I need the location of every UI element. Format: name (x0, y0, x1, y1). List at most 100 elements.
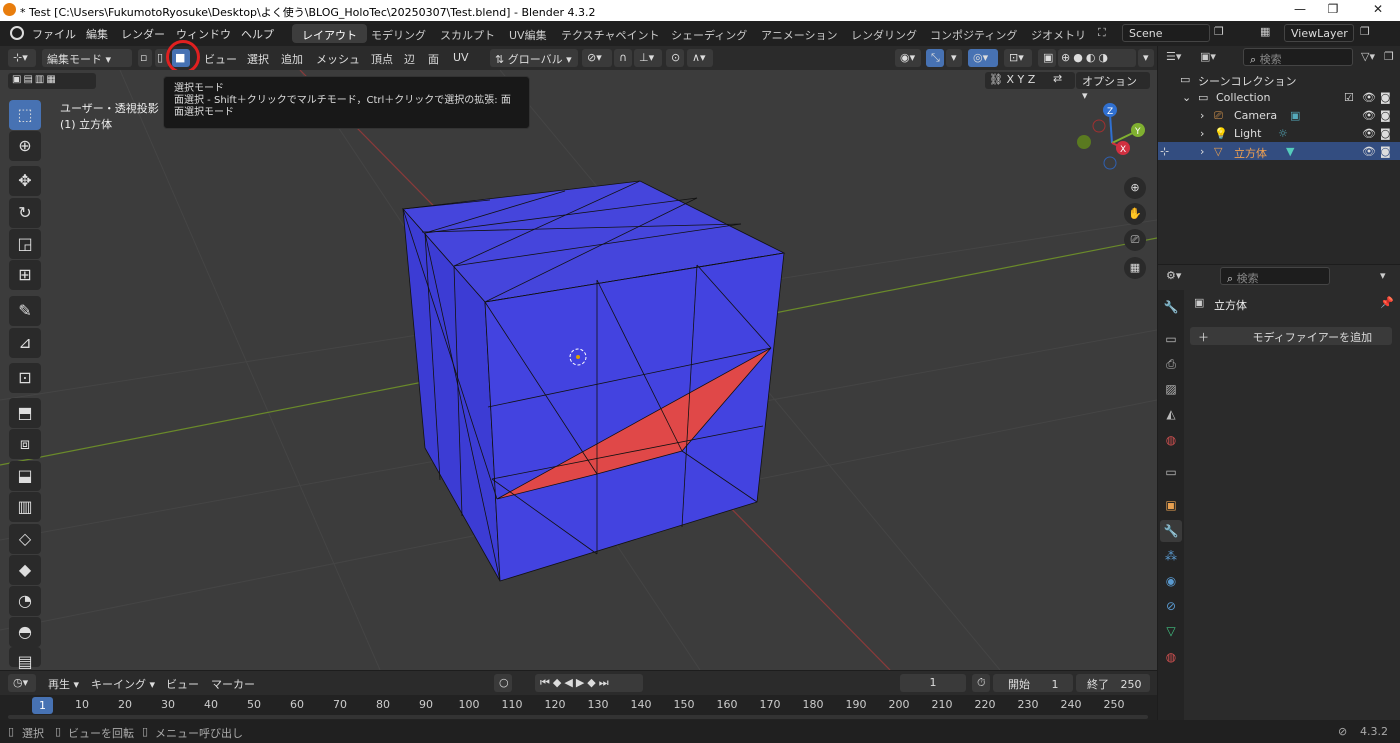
properties-editor-icon[interactable]: ⚙▾ (1166, 269, 1181, 282)
display-mode-icon[interactable]: ▣▾ (1200, 50, 1216, 63)
extrude-tool-icon[interactable]: ⬒ (9, 398, 41, 428)
render-tab-icon[interactable]: ▭ (1160, 328, 1182, 350)
object-tab-icon[interactable]: ▣ (1160, 494, 1182, 516)
collection-tab-icon[interactable]: ▭ (1160, 461, 1182, 483)
xray-icon[interactable]: ▣ (1038, 49, 1056, 67)
render-camera-icon[interactable]: ◙ (1380, 109, 1391, 122)
expand-arrow-icon[interactable]: › (1200, 109, 1204, 122)
blender-menu-icon[interactable] (10, 26, 24, 40)
options-dropdown[interactable]: オプション ▾ (1076, 72, 1150, 102)
add-modifier-button[interactable]: ＋ モディファイアーを追加 (1190, 327, 1392, 345)
viewlayer-icon[interactable]: ▦ (1260, 25, 1270, 38)
outliner-row-collection[interactable]: ⌄ ▭ Collection ☑ 👁 ◙ (1158, 88, 1400, 106)
playback-controls[interactable]: ⏮◆◀▶◆⏭ (535, 674, 643, 692)
eye-icon[interactable]: 👁 (1362, 91, 1376, 104)
cube-front-face[interactable] (484, 252, 785, 582)
zoom-icon[interactable]: ⊕ (1124, 177, 1146, 199)
edit-mode-icon[interactable]: ⊹ (1160, 145, 1169, 158)
close-button[interactable]: ✕ (1358, 2, 1398, 19)
material-tab-icon[interactable]: ◍ (1160, 646, 1182, 668)
gizmo-neg-z[interactable] (1103, 156, 1117, 170)
header-menu-add[interactable]: 追加 (281, 51, 303, 67)
pan-hand-icon[interactable]: ✋ (1124, 203, 1146, 225)
physics-tab-icon[interactable]: ◉ (1160, 570, 1182, 592)
outliner-row-camera[interactable]: › ⎚ Camera ▣ 👁 ◙ (1158, 106, 1400, 124)
header-menu-mesh[interactable]: メッシュ (316, 51, 360, 67)
world-tab-icon[interactable]: ◍ (1160, 429, 1182, 451)
pin-icon[interactable]: 📌 (1380, 296, 1394, 309)
spin-tool-icon[interactable]: ◔ (9, 586, 41, 616)
output-tab-icon[interactable]: ⎙ (1160, 353, 1182, 375)
cursor-tool-icon[interactable]: ⊕ (9, 131, 41, 161)
mirror-z-button[interactable]: Z (1028, 73, 1036, 86)
select-box-tool-icon[interactable]: ⬚ (9, 100, 41, 130)
filter-icon[interactable]: ▽▾ (1361, 50, 1375, 63)
timeline-view-menu[interactable]: ビュー (166, 676, 199, 692)
current-frame-field[interactable]: 1 (900, 674, 966, 692)
timeline-editor-icon[interactable]: ◷▾ (8, 674, 36, 692)
auto-keying-icon[interactable]: ○ (494, 674, 512, 692)
menu-edit[interactable]: 編集 (86, 26, 108, 42)
header-menu-face[interactable]: 面 (428, 51, 439, 67)
timeline-scrollbar[interactable] (8, 715, 1148, 719)
annotate-tool-icon[interactable]: ✎ (9, 296, 41, 326)
loop-cut-tool-icon[interactable]: ▥ (9, 492, 41, 522)
tab-shading[interactable]: シェーディング (661, 24, 757, 43)
header-menu-edge[interactable]: 辺 (404, 51, 415, 67)
new-collection-icon[interactable]: ❐ (1384, 50, 1394, 63)
visibility-icon[interactable]: ◉▾ (895, 49, 921, 67)
tab-geometry[interactable]: ジオメトリ (1021, 24, 1093, 43)
render-camera-icon[interactable]: ◙ (1380, 91, 1391, 104)
perspective-toggle-icon[interactable]: ▦ (1124, 257, 1146, 279)
move-tool-icon[interactable]: ✥ (9, 166, 41, 196)
tab-rendering[interactable]: レンダリング (841, 24, 927, 43)
particles-tab-icon[interactable]: ⁂ (1160, 545, 1182, 567)
inset-tool-icon[interactable]: ⧈ (9, 429, 41, 459)
header-menu-uv[interactable]: UV (453, 51, 469, 64)
scale-tool-icon[interactable]: ◲ (9, 229, 41, 259)
menu-help[interactable]: ヘルプ (241, 26, 274, 42)
shrink-tool-icon[interactable]: ▤ (9, 647, 41, 671)
eye-icon[interactable]: 👁 (1362, 127, 1376, 140)
expand-arrow-icon[interactable]: › (1200, 127, 1204, 140)
scene-icon[interactable]: ⛶ (1098, 26, 1106, 40)
outliner-row-light[interactable]: › 💡 Light ☼ 👁 ◙ (1158, 124, 1400, 142)
header-menu-vertex[interactable]: 頂点 (371, 51, 393, 67)
header-menu-select[interactable]: 選択 (247, 51, 269, 67)
expand-arrow-icon[interactable]: ⌄ (1182, 91, 1191, 104)
playhead[interactable]: 1 (32, 697, 53, 714)
cube-mesh[interactable] (402, 180, 786, 582)
gizmo-neg-y[interactable] (1077, 135, 1091, 149)
properties-search[interactable]: ⌕ 検索 (1220, 267, 1330, 285)
tab-compositing[interactable]: コンポジティング (920, 24, 1027, 43)
shading-modes[interactable]: ⊕●◐◑ (1058, 49, 1136, 67)
smooth-tool-icon[interactable]: ◓ (9, 617, 41, 647)
viewlayer-field[interactable]: ViewLayer (1284, 24, 1354, 42)
rotate-tool-icon[interactable]: ↻ (9, 198, 41, 228)
eye-icon[interactable]: 👁 (1362, 145, 1376, 158)
end-frame-field[interactable]: 終了 250 (1076, 674, 1150, 692)
mesh-overlay-icon[interactable]: ⊡▾ (1004, 49, 1032, 67)
start-frame-field[interactable]: 開始 1 (993, 674, 1073, 692)
bevel-tool-icon[interactable]: ⬓ (9, 461, 41, 491)
properties-options-icon[interactable]: ▾ (1380, 269, 1386, 282)
navigation-gizmo[interactable]: Z Y X (1077, 103, 1145, 170)
menu-file[interactable]: ファイル (32, 26, 76, 42)
marker-menu[interactable]: マーカー (211, 676, 255, 692)
transform-tool-icon[interactable]: ⊞ (9, 260, 41, 290)
tool-tab-icon[interactable]: 🔧 (1160, 296, 1182, 318)
select-mode-buttons[interactable]: ▣▤▥▦ (8, 73, 96, 89)
scene-tab-icon[interactable]: ◭ (1160, 403, 1182, 425)
expand-arrow-icon[interactable]: › (1200, 145, 1204, 158)
gizmo-dropdown-icon[interactable]: ▾ (946, 49, 962, 67)
header-menu-view[interactable]: ビュー (204, 51, 237, 67)
keying-menu[interactable]: キーイング ▾ (91, 676, 155, 692)
proportional-edit-icon[interactable]: ⊙ (666, 49, 684, 67)
falloff-icon[interactable]: ∧▾ (687, 49, 713, 67)
modifier-tab-icon[interactable]: 🔧 (1160, 520, 1182, 542)
stopwatch-icon[interactable]: ⏱ (972, 674, 990, 692)
timeline-ruler[interactable]: 1 10 20 30 40 50 60 70 80 90 100 110 120 130 140 150 16… (0, 695, 1157, 720)
render-camera-icon[interactable]: ◙ (1380, 127, 1391, 140)
knife-tool-icon[interactable]: ◇ (9, 524, 41, 554)
3d-viewport[interactable]: Z Y X ▣▤▥▦ ユーザー・透視投影 (1) 立方体 ⛓ X Y Z ⇄ オ… (0, 70, 1157, 670)
